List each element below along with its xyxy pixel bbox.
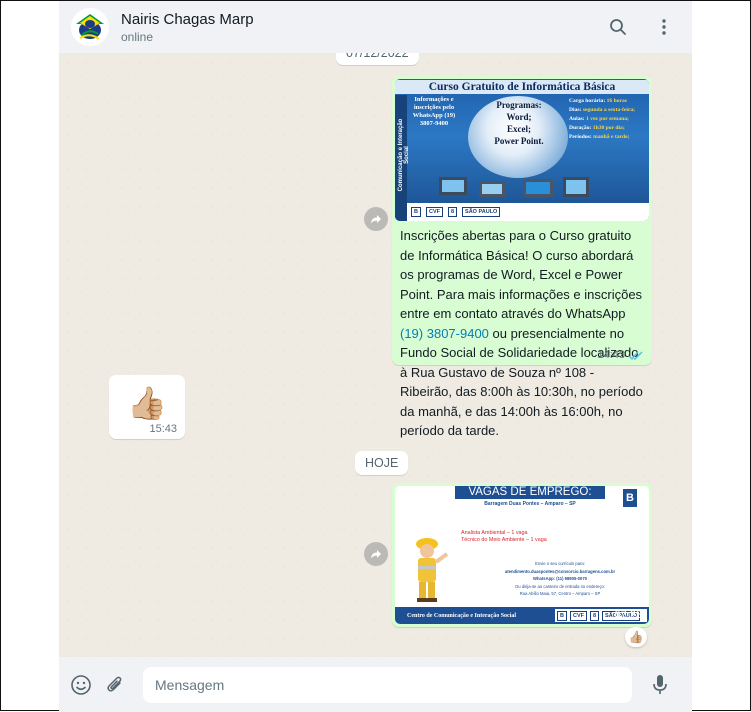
poster-program-item: Excel; — [507, 124, 531, 134]
chat-app: Nairis Chagas Marp online 07/12/2022 Cur… — [59, 1, 692, 712]
poster-info-text: Informações e inscrições pelo WhatsApp (… — [412, 96, 456, 127]
worker-illustration — [416, 538, 449, 602]
message-bubble-course[interactable]: Curso Gratuito de Informática Básica Com… — [392, 76, 652, 438]
poster-title: VAGAS DE EMPREGO: — [455, 486, 605, 499]
computers-graphic — [439, 177, 589, 197]
thumbs-up-reaction: 👍🏼 — [628, 630, 644, 644]
logo: B — [557, 610, 567, 621]
compose-bar — [59, 657, 692, 712]
read-ticks-icon — [628, 351, 643, 360]
mic-icon[interactable] — [648, 673, 672, 697]
message-meta: 14:43 — [597, 349, 644, 361]
message-time: 14:43 — [597, 349, 625, 361]
message-meta: 07:23 — [614, 609, 642, 621]
poster-detail-row: Duração: 1h30 por dia; — [569, 125, 625, 131]
forward-icon[interactable] — [364, 207, 388, 231]
poster-footer-logos: B CVF 8 SÃO PAULO — [407, 203, 649, 221]
menu-icon[interactable] — [652, 15, 676, 39]
message-time: 15:43 — [149, 423, 177, 435]
message-bubble-jobs[interactable]: VAGAS DE EMPREGO: Barragem Duas Pontes –… — [392, 483, 652, 627]
poster-footer-text: Centro de Comunicação e Interação Social — [407, 612, 517, 619]
date-chip-today: HOJE — [355, 451, 409, 475]
logo: CVF — [425, 207, 443, 217]
logo: B — [411, 207, 421, 217]
search-icon[interactable] — [606, 15, 630, 39]
poster-program-item: Power Point. — [494, 136, 544, 146]
logo: 8 — [589, 610, 600, 621]
message-time: 07:23 — [614, 609, 642, 621]
emoji-icon[interactable] — [69, 673, 93, 697]
contact-info[interactable]: Nairis Chagas Marp online — [121, 11, 254, 44]
message-list[interactable]: 07/12/2022 Curso Gratuito de Informática… — [59, 41, 692, 657]
course-poster-image[interactable]: Curso Gratuito de Informática Básica Com… — [395, 79, 649, 221]
logo: CVF — [569, 610, 587, 621]
message-bubble-thumb[interactable]: 👍🏼 15:43 — [109, 375, 185, 439]
poster-subtitle: Barragem Duas Pontes – Amparo – SP — [484, 501, 576, 507]
poster-detail-row: Carga horária: 16 horas — [569, 98, 627, 104]
poster-program-item: Word; — [506, 112, 532, 122]
job-item: Técnico do Meio Ambiente – 1 vaga — [461, 537, 547, 543]
chat-header: Nairis Chagas Marp online — [59, 1, 692, 53]
jobs-poster-image[interactable]: VAGAS DE EMPREGO: Barragem Duas Pontes –… — [395, 486, 649, 624]
reaction-badge[interactable]: 👍🏼 — [625, 627, 647, 647]
contact-name: Nairis Chagas Marp — [121, 10, 254, 28]
poster-footer: Centro de Comunicação e Interação Social… — [395, 607, 649, 624]
message-meta: 15:43 — [149, 423, 177, 435]
forward-icon[interactable] — [364, 542, 388, 566]
poster-program-item: Programas: — [496, 100, 542, 110]
logo: 8 — [447, 207, 458, 217]
poster-title: Curso Gratuito de Informática Básica — [395, 80, 649, 94]
thumbs-up-emoji: 👍🏼 — [127, 385, 167, 421]
message-input[interactable] — [143, 666, 632, 703]
job-list: Analista Ambiental – 1 vaga Técnico do M… — [461, 530, 547, 544]
attach-icon[interactable] — [103, 673, 127, 697]
avatar[interactable] — [71, 8, 109, 46]
phone-link[interactable]: (19) 3807-9400 — [400, 326, 489, 341]
poster-detail-row: Dias: segunda a sexta-feira; — [569, 107, 636, 113]
poster-programs: Programas: Word; Excel; Power Point. — [475, 99, 563, 147]
poster-details: Carga horária: 16 horas Dias: segunda a … — [569, 97, 649, 142]
message-text: Inscrições abertas para o Curso gratuito… — [400, 228, 643, 438]
poster-detail-row: Períodos: manhã e tarde; — [569, 134, 630, 140]
logo: SÃO PAULO — [462, 207, 501, 217]
brand-logo: B — [623, 489, 637, 507]
contact-status: online — [121, 29, 154, 44]
poster-detail-row: Aulas: 1 vez por semana; — [569, 116, 629, 122]
poster-contact-info: Envie o seu currículo para: atendimento.… — [504, 561, 616, 596]
job-item: Analista Ambiental – 1 vaga — [461, 530, 528, 536]
header-actions — [606, 15, 676, 39]
window-frame: Nairis Chagas Marp online 07/12/2022 Cur… — [0, 0, 751, 712]
